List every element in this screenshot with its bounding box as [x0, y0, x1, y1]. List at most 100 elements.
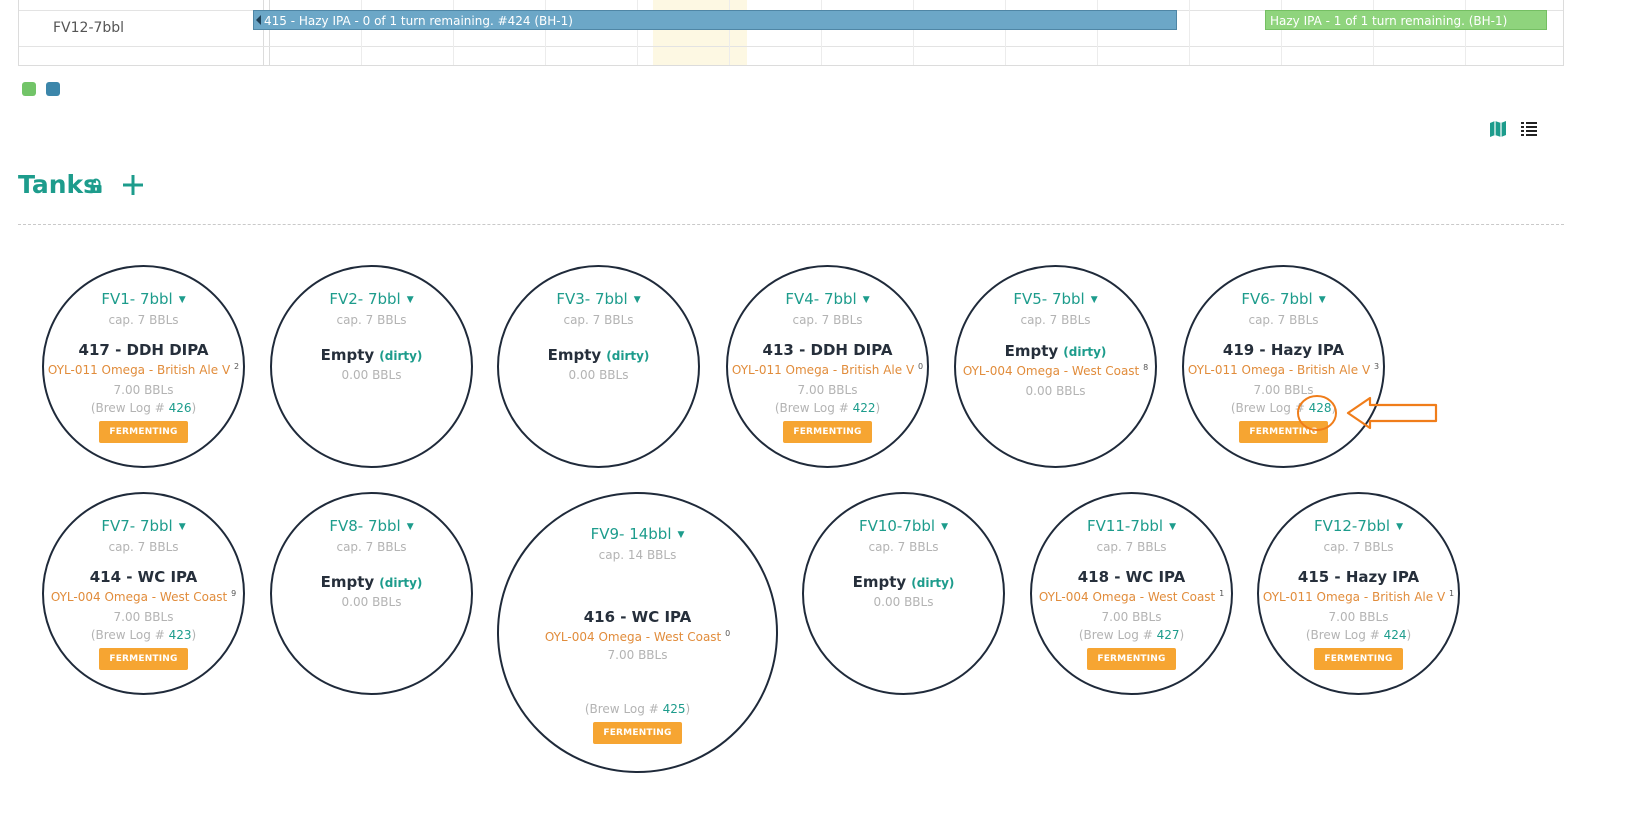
- brew-log: (Brew Log # 423): [44, 628, 243, 642]
- tank-batch[interactable]: 419 - Hazy IPA: [1184, 341, 1383, 359]
- tank-yeast: OYL-004 Omega - West Coast 8: [956, 363, 1155, 378]
- yeast-label: OYL-004 Omega - West Coast: [50, 590, 228, 604]
- tank-volume: 0.00 BBLs: [341, 368, 402, 382]
- brew-log-link[interactable]: 424: [1384, 628, 1407, 642]
- tank-dirty-label[interactable]: (dirty): [606, 349, 649, 363]
- chevron-down-icon[interactable]: ▼: [1091, 295, 1098, 305]
- tank-capacity: cap. 7 BBLs: [1096, 540, 1167, 554]
- tank-batch[interactable]: 418 - WC IPA: [1032, 568, 1231, 586]
- tank-card[interactable]: FV4- 7bbl ▼ cap. 7 BBLs 413 - DDH DIPA OY…: [726, 265, 929, 468]
- tank-capacity: cap. 7 BBLs: [868, 540, 939, 554]
- status-badge[interactable]: FERMENTING: [593, 722, 682, 744]
- tank-name[interactable]: FV1- 7bbl: [101, 290, 172, 308]
- brew-log-link[interactable]: 425: [663, 702, 686, 716]
- tank-yeast: OYL-011 Omega - British Ale V 0: [728, 362, 927, 377]
- annotation-arrow-icon: [1297, 395, 1438, 431]
- schedule-row-divider: [19, 46, 1563, 47]
- tank-yeast: OYL-011 Omega - British Ale V 3: [1184, 362, 1383, 377]
- tank-empty-label: Empty: [1004, 342, 1059, 360]
- tank-card[interactable]: FV9- 14bbl ▼ cap. 14 BBLs 416 - WC IPA OY…: [497, 492, 778, 773]
- tank-name[interactable]: FV9- 14bbl: [591, 525, 672, 543]
- chevron-down-icon[interactable]: ▼: [407, 522, 414, 532]
- tanks-heading: Tanks: [18, 170, 99, 199]
- tank-card[interactable]: FV3- 7bbl ▼ cap. 7 BBLs Empty (dirty) 0.0…: [497, 265, 700, 468]
- tank-name[interactable]: FV8- 7bbl: [329, 517, 400, 535]
- tank-name[interactable]: FV12-7bbl: [1314, 517, 1390, 535]
- chevron-down-icon[interactable]: ▼: [1319, 295, 1326, 305]
- tank-card[interactable]: FV1- 7bbl ▼ cap. 7 BBLs 417 - DDH DIPA OY…: [42, 265, 245, 468]
- schedule-row-label: FV12-7bbl: [53, 20, 125, 36]
- tank-card[interactable]: FV6- 7bbl ▼ cap. 7 BBLs 419 - Hazy IPA OY…: [1182, 265, 1385, 468]
- tank-card[interactable]: FV7- 7bbl ▼ cap. 7 BBLs 414 - WC IPA OYL-…: [42, 492, 245, 695]
- tank-name[interactable]: FV11-7bbl: [1087, 517, 1163, 535]
- status-badge[interactable]: FERMENTING: [99, 648, 188, 670]
- tank-batch[interactable]: 415 - Hazy IPA: [1259, 568, 1458, 586]
- tank-capacity: cap. 7 BBLs: [108, 540, 179, 554]
- tank-volume: 7.00 BBLs: [797, 383, 858, 397]
- tank-capacity: cap. 7 BBLs: [563, 313, 634, 327]
- yeast-label: OYL-004 Omega - West Coast: [1038, 590, 1216, 604]
- status-badge[interactable]: FERMENTING: [1314, 648, 1403, 670]
- yeast-generation: 1: [1219, 589, 1225, 598]
- schedule-bar-planned[interactable]: Hazy IPA - 1 of 1 turn remaining. (BH-1): [1265, 10, 1547, 30]
- chevron-down-icon[interactable]: ▼: [941, 522, 948, 532]
- tank-batch[interactable]: 416 - WC IPA: [499, 608, 776, 626]
- chevron-down-icon[interactable]: ▼: [1396, 522, 1403, 532]
- tank-batch[interactable]: 414 - WC IPA: [44, 568, 243, 586]
- section-divider: [18, 224, 1564, 225]
- add-tank-button[interactable]: [120, 172, 146, 198]
- schedule-day-line: [1189, 0, 1190, 65]
- brew-log-link[interactable]: 426: [169, 401, 192, 415]
- tank-card[interactable]: FV8- 7bbl ▼ cap. 7 BBLs Empty (dirty) 0.0…: [270, 492, 473, 695]
- chevron-down-icon[interactable]: ▼: [179, 522, 186, 532]
- tank-name[interactable]: FV4- 7bbl: [785, 290, 856, 308]
- tank-yeast: OYL-011 Omega - British Ale V 2: [44, 362, 243, 377]
- tank-name[interactable]: FV5- 7bbl: [1013, 290, 1084, 308]
- tank-dirty-label[interactable]: (dirty): [379, 349, 422, 363]
- tank-card[interactable]: FV12-7bbl ▼ cap. 7 BBLs 415 - Hazy IPA OY…: [1257, 492, 1460, 695]
- yeast-generation: 8: [1143, 363, 1149, 372]
- chevron-down-icon[interactable]: ▼: [678, 530, 685, 540]
- tank-name[interactable]: FV7- 7bbl: [101, 517, 172, 535]
- tank-volume: 7.00 BBLs: [1328, 610, 1389, 624]
- tank-batch[interactable]: 417 - DDH DIPA: [44, 341, 243, 359]
- bar-left-arrow-icon: [256, 15, 261, 25]
- chevron-down-icon[interactable]: ▼: [863, 295, 870, 305]
- tank-dirty-label[interactable]: (dirty): [911, 576, 954, 590]
- status-badge[interactable]: FERMENTING: [99, 421, 188, 443]
- list-icon[interactable]: [1520, 120, 1538, 138]
- tank-dirty-label[interactable]: (dirty): [379, 576, 422, 590]
- tank-name[interactable]: FV3- 7bbl: [556, 290, 627, 308]
- brew-log: (Brew Log # 425): [499, 702, 776, 716]
- tank-card[interactable]: FV10-7bbl ▼ cap. 7 BBLs Empty (dirty) 0.0…: [802, 492, 1005, 695]
- yeast-label: OYL-011 Omega - British Ale V: [47, 363, 231, 377]
- tank-card[interactable]: FV2- 7bbl ▼ cap. 7 BBLs Empty (dirty) 0.0…: [270, 265, 473, 468]
- tank-name[interactable]: FV6- 7bbl: [1241, 290, 1312, 308]
- tank-name[interactable]: FV2- 7bbl: [329, 290, 400, 308]
- brew-log: (Brew Log # 424): [1259, 628, 1458, 642]
- tank-capacity: cap. 7 BBLs: [336, 313, 407, 327]
- schedule-bar-brew[interactable]: 415 - Hazy IPA - 0 of 1 turn remaining. …: [253, 10, 1177, 30]
- tank-batch[interactable]: 413 - DDH DIPA: [728, 341, 927, 359]
- status-badge[interactable]: FERMENTING: [783, 421, 872, 443]
- map-icon[interactable]: [1489, 120, 1507, 138]
- lock-icon[interactable]: [89, 178, 103, 194]
- tank-volume: 0.00 BBLs: [873, 595, 934, 609]
- tank-name[interactable]: FV10-7bbl: [859, 517, 935, 535]
- tank-card[interactable]: FV5- 7bbl ▼ cap. 7 BBLs Empty (dirty) OYL…: [954, 265, 1157, 468]
- tank-volume: 7.00 BBLs: [113, 383, 174, 397]
- tank-dirty-label[interactable]: (dirty): [1063, 345, 1106, 359]
- brew-log: (Brew Log # 426): [44, 401, 243, 415]
- tank-volume: 0.00 BBLs: [341, 595, 402, 609]
- chevron-down-icon[interactable]: ▼: [634, 295, 641, 305]
- brew-log-link[interactable]: 427: [1157, 628, 1180, 642]
- brew-log-suffix: ): [191, 628, 197, 642]
- brew-log-link[interactable]: 423: [169, 628, 192, 642]
- chevron-down-icon[interactable]: ▼: [407, 295, 414, 305]
- status-badge[interactable]: FERMENTING: [1087, 648, 1176, 670]
- tank-card[interactable]: FV11-7bbl ▼ cap. 7 BBLs 418 - WC IPA OYL-…: [1030, 492, 1233, 695]
- brew-log-link[interactable]: 422: [853, 401, 876, 415]
- brew-log-prefix: (Brew Log #: [90, 628, 169, 642]
- chevron-down-icon[interactable]: ▼: [179, 295, 186, 305]
- chevron-down-icon[interactable]: ▼: [1169, 522, 1176, 532]
